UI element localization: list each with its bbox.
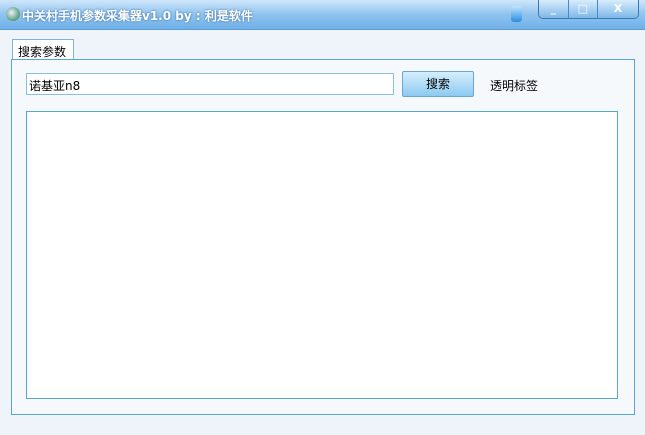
search-button[interactable]: 搜索 <box>402 71 474 97</box>
close-button[interactable]: X <box>598 0 638 18</box>
minimize-button[interactable]: _ <box>539 0 569 18</box>
maximize-button[interactable]: □ <box>568 0 599 18</box>
transparent-label: 透明标签 <box>490 79 539 93</box>
result-textarea[interactable] <box>26 111 618 399</box>
window-controls: _ □ X <box>538 0 639 19</box>
app-icon <box>6 7 20 21</box>
title-bar: 中关村手机参数采集器v1.0 by : 利是软件 _ □ X <box>0 0 645 30</box>
pin-icon[interactable] <box>511 6 522 22</box>
tab-search-params[interactable]: 搜索参数 <box>12 39 74 60</box>
search-input[interactable]: 诺基亚n8 <box>26 73 394 95</box>
window-title: 中关村手机参数采集器v1.0 by : 利是软件 <box>22 9 253 23</box>
